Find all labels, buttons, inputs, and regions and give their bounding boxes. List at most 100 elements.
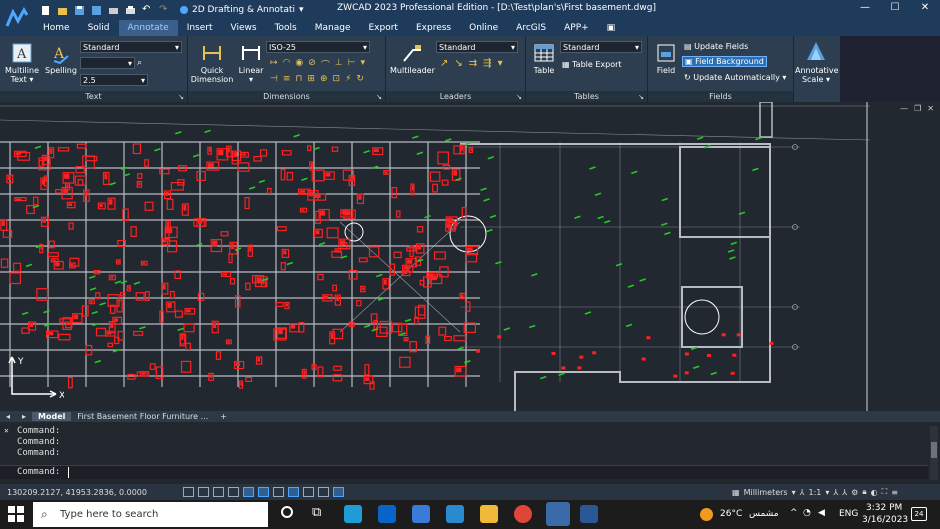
text-style-select[interactable]: Standard bbox=[80, 41, 182, 53]
jogged-icon[interactable]: ⚡ bbox=[345, 74, 351, 84]
tab-views[interactable]: Views bbox=[222, 20, 266, 36]
undo-icon[interactable]: ↶ bbox=[142, 4, 153, 16]
show-hidden-icons-icon[interactable]: ^ bbox=[790, 508, 798, 518]
dimension-space-icon[interactable]: ≡ bbox=[283, 74, 291, 84]
update-fields-button[interactable]: ▤ Update Fields bbox=[684, 42, 748, 51]
center-mark-icon[interactable]: ⊕ bbox=[320, 74, 328, 84]
weather-sun-icon[interactable] bbox=[700, 508, 713, 521]
lineweight-toggle-icon[interactable] bbox=[273, 487, 284, 497]
autoscale-icon[interactable]: ⅄ bbox=[842, 488, 847, 497]
aligned-dimension-icon[interactable]: ↦ bbox=[270, 58, 278, 71]
tab-scroll-left-icon[interactable]: ◂ bbox=[0, 412, 16, 421]
tab-annotate[interactable]: Annotate bbox=[118, 20, 178, 36]
field-background-button[interactable]: ▣ Field Background bbox=[682, 56, 767, 67]
table-export-button[interactable]: ▦ Table Export bbox=[562, 60, 622, 69]
tab-insert[interactable]: Insert bbox=[178, 20, 222, 36]
open-file-icon[interactable] bbox=[57, 5, 68, 16]
minimize-button[interactable]: — bbox=[850, 0, 880, 18]
viewport-restore-icon[interactable]: ❐ bbox=[914, 104, 921, 113]
file-explorer-icon[interactable] bbox=[480, 505, 498, 523]
mail-icon[interactable] bbox=[446, 505, 464, 523]
ortho-toggle-icon[interactable] bbox=[213, 487, 224, 497]
model-space-icon[interactable] bbox=[333, 487, 344, 497]
app-logo[interactable] bbox=[0, 0, 34, 36]
more-icon[interactable]: ▾ bbox=[361, 58, 366, 71]
align-leader-icon[interactable]: ⇉ bbox=[469, 58, 477, 69]
command-input[interactable]: Command: bbox=[0, 465, 928, 479]
command-scrollbar[interactable] bbox=[930, 426, 938, 480]
dynamic-input-icon[interactable] bbox=[288, 487, 299, 497]
maximize-button[interactable]: ☐ bbox=[880, 0, 910, 18]
scrollbar-thumb[interactable] bbox=[931, 442, 937, 458]
print-icon[interactable] bbox=[125, 5, 136, 16]
panel-expand-icon[interactable]: ↘ bbox=[376, 93, 382, 101]
word-icon[interactable] bbox=[580, 505, 598, 523]
panel-expand-icon[interactable]: ↘ bbox=[178, 93, 184, 101]
network-icon[interactable]: ◔ bbox=[803, 508, 811, 518]
taskbar-search-box[interactable]: ⌕ Type here to search bbox=[33, 502, 268, 527]
store-icon[interactable] bbox=[412, 505, 430, 523]
chrome-icon[interactable] bbox=[514, 505, 532, 523]
grid-toggle-icon[interactable] bbox=[183, 487, 194, 497]
close-button[interactable]: ✕ bbox=[910, 0, 940, 18]
task-view-icon[interactable]: ⧉ bbox=[312, 505, 321, 520]
outlook-icon[interactable] bbox=[378, 505, 396, 523]
radius-dimension-icon[interactable]: ◉ bbox=[295, 58, 303, 71]
snap-toggle-icon[interactable] bbox=[198, 487, 209, 497]
lock-icon[interactable]: 🔒︎ bbox=[862, 487, 866, 497]
command-close-icon[interactable]: ✕ bbox=[4, 426, 9, 435]
print-preview-icon[interactable] bbox=[108, 5, 119, 16]
selection-cycle-icon[interactable] bbox=[303, 487, 314, 497]
annotative-scale-button[interactable]: Annotative Scale ▾ bbox=[795, 40, 839, 84]
inspect-icon[interactable]: ⊡ bbox=[333, 74, 341, 84]
dimension-style-select[interactable]: ISO-25 bbox=[266, 41, 370, 53]
tab-solid[interactable]: Solid bbox=[79, 20, 119, 36]
spelling-button[interactable]: A Spelling bbox=[44, 42, 78, 75]
tolerance-icon[interactable]: ⊞ bbox=[307, 74, 315, 84]
save-icon[interactable] bbox=[74, 5, 85, 16]
table-style-select[interactable]: Standard bbox=[560, 41, 642, 53]
weather-temp[interactable]: 26°C bbox=[720, 509, 742, 519]
search-icon[interactable]: ⌕ bbox=[137, 58, 147, 68]
windows-start-icon[interactable] bbox=[8, 506, 24, 525]
clock-time[interactable]: 3:32 PM bbox=[866, 503, 902, 513]
tab-arcgis[interactable]: ArcGIS bbox=[507, 20, 555, 36]
edge-browser-icon[interactable] bbox=[344, 505, 362, 523]
floor-plan-drawing[interactable] bbox=[0, 102, 940, 411]
cortana-icon[interactable] bbox=[281, 506, 293, 518]
continue-icon[interactable]: ⊣ bbox=[270, 74, 278, 84]
new-file-icon[interactable] bbox=[40, 5, 51, 16]
tab-scroll-right-icon[interactable]: ▸ bbox=[16, 412, 32, 421]
customize-icon[interactable]: ≡ bbox=[891, 488, 898, 497]
ribbon-toggle-icon[interactable]: ▣ bbox=[598, 20, 625, 36]
add-leader-icon[interactable]: ↗ bbox=[440, 58, 448, 69]
panel-expand-icon[interactable]: ↘ bbox=[638, 93, 644, 101]
multileader-button[interactable]: Multileader bbox=[390, 42, 435, 75]
multileader-style-select[interactable]: Standard bbox=[436, 41, 518, 53]
update-automatically-button[interactable]: ↻ Update Automatically ▾ bbox=[684, 73, 786, 82]
viewport-minimize-icon[interactable]: — bbox=[900, 104, 908, 113]
tab-tools[interactable]: Tools bbox=[266, 20, 306, 36]
add-layout-button[interactable]: + bbox=[214, 412, 233, 421]
polar-toggle-icon[interactable] bbox=[228, 487, 239, 497]
drawing-canvas[interactable]: YX bbox=[0, 102, 940, 411]
baseline-icon[interactable]: ⊢ bbox=[348, 58, 356, 71]
notifications-badge[interactable]: 24 bbox=[911, 507, 927, 521]
panel-expand-icon[interactable]: ↘ bbox=[516, 93, 522, 101]
osnap-toggle-icon[interactable] bbox=[243, 487, 254, 497]
linear-dimension-button[interactable]: Linear ▾ bbox=[236, 42, 266, 84]
multiline-text-button[interactable]: A Multiline Text ▾ bbox=[4, 42, 40, 84]
otrack-toggle-icon[interactable] bbox=[258, 487, 269, 497]
ordinate-icon[interactable]: ⊥ bbox=[335, 58, 343, 71]
text-height-select[interactable]: 2.5 bbox=[80, 74, 148, 86]
zwcad-taskbar-icon[interactable] bbox=[546, 502, 570, 526]
tab-app-plus[interactable]: APP+ bbox=[555, 20, 598, 36]
redo-icon[interactable]: ↷ bbox=[159, 4, 170, 16]
quick-dimension-button[interactable]: Quick Dimension bbox=[190, 42, 234, 84]
tab-model[interactable]: Model bbox=[32, 412, 72, 421]
tab-express[interactable]: Express bbox=[407, 20, 460, 36]
annotation-visibility-icon[interactable]: ⅄ bbox=[833, 488, 838, 497]
break-icon[interactable]: ⊓ bbox=[295, 74, 302, 84]
table-button[interactable]: Table bbox=[530, 42, 558, 75]
clock-date[interactable]: 3/16/2023 bbox=[862, 515, 908, 525]
